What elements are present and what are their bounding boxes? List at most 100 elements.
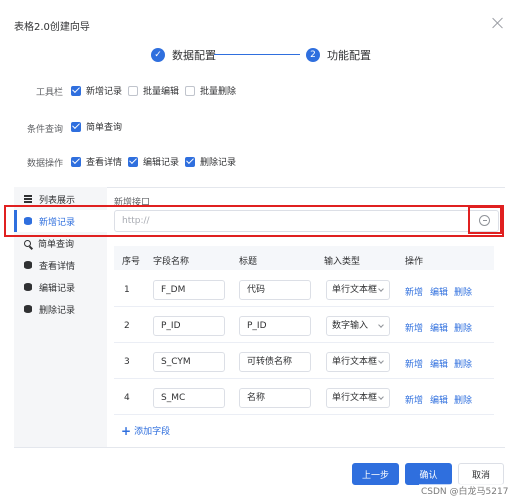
checkbox-add-record[interactable]: 新增记录 <box>71 84 122 97</box>
select-value: 单行文本框 <box>332 285 378 295</box>
sidebar-item-label: 编辑记录 <box>39 283 76 294</box>
sidebar-item-label: 列表展示 <box>39 195 76 206</box>
checkbox-box <box>128 156 138 167</box>
title-input[interactable]: 可转债名称 <box>239 352 311 372</box>
database-icon <box>24 283 32 291</box>
select-value: 单行文本框 <box>332 393 378 403</box>
column-header: 标题 <box>239 257 258 267</box>
api-label: 新增接口 <box>114 198 151 208</box>
checkbox-label: 批量删除 <box>200 87 237 97</box>
row-add-link[interactable]: 新增 <box>405 357 423 370</box>
field-name-input[interactable]: S_MC <box>153 388 225 408</box>
cancel-button[interactable]: 取消 <box>458 463 504 485</box>
step-number: 2 <box>306 48 320 62</box>
chevron-down-icon <box>378 358 384 364</box>
list-icon <box>24 195 32 203</box>
step-function-config: 2 功能配置 <box>306 47 371 63</box>
row-divider <box>114 414 494 415</box>
row-divider <box>114 306 494 307</box>
step-label: 功能配置 <box>327 49 371 62</box>
row-add-link[interactable]: 新增 <box>405 393 423 406</box>
checkbox-label: 简单查询 <box>86 123 123 133</box>
watermark-text: CSDN @白龙马5217 <box>419 484 511 497</box>
column-header: 字段名称 <box>153 257 190 267</box>
row-delete-link[interactable]: 删除 <box>454 393 472 406</box>
title-input[interactable]: 代码 <box>239 280 311 300</box>
sidebar-item-simple-query[interactable]: 简单查询 <box>14 232 107 254</box>
sidebar-item-delete-record[interactable]: 删除记录 <box>14 298 107 320</box>
dialog-title: 表格2.0创建向导 <box>14 22 90 33</box>
checkbox-box <box>128 85 138 96</box>
checkbox-view-detail[interactable]: 查看详情 <box>71 155 122 168</box>
sidebar-item-edit-record[interactable]: 编辑记录 <box>14 276 107 298</box>
row-index: 1 <box>124 285 130 295</box>
row-index: 3 <box>124 357 130 367</box>
checkbox-delete-record[interactable]: 删除记录 <box>185 155 236 168</box>
title-input[interactable]: 名称 <box>239 388 311 408</box>
sidebar-item-add-record[interactable]: 新增记录 <box>14 210 107 232</box>
field-name-input[interactable]: P_ID <box>153 316 225 336</box>
column-header: 序号 <box>122 257 141 267</box>
field-name-input[interactable]: F_DM <box>153 280 225 300</box>
row-delete-link[interactable]: 删除 <box>454 357 472 370</box>
api-url-input[interactable]: http:// <box>114 210 499 232</box>
query-label: 条件查询 <box>27 125 64 135</box>
search-icon <box>24 239 31 247</box>
database-icon <box>24 305 32 313</box>
input-type-select[interactable]: 单行文本框 <box>326 280 390 300</box>
wizard-dialog: 表格2.0创建向导 ✓ 数据配置 2 功能配置 工具栏 新增记录 批量编辑 批量… <box>0 0 519 500</box>
add-field-label: 添加字段 <box>134 427 171 437</box>
step-label: 数据配置 <box>172 49 216 62</box>
sidebar-item-label: 查看详情 <box>39 261 76 272</box>
row-edit-link[interactable]: 编辑 <box>430 393 448 406</box>
sidebar-item-label: 简单查询 <box>38 239 75 250</box>
chevron-down-icon <box>378 394 384 400</box>
title-input[interactable]: P_ID <box>239 316 311 336</box>
add-field-button[interactable]: + 添加字段 <box>121 424 171 438</box>
row-delete-link[interactable]: 删除 <box>454 285 472 298</box>
select-value: 数字输入 <box>332 321 369 331</box>
checkbox-label: 查看详情 <box>86 158 123 168</box>
row-add-link[interactable]: 新增 <box>405 285 423 298</box>
row-add-link[interactable]: 新增 <box>405 321 423 334</box>
checkbox-simple-query[interactable]: 简单查询 <box>71 120 122 133</box>
column-header: 操作 <box>405 257 424 267</box>
row-edit-link[interactable]: 编辑 <box>430 285 448 298</box>
checkbox-box <box>71 156 81 167</box>
step-data-config: ✓ 数据配置 <box>151 47 216 63</box>
input-type-select[interactable]: 单行文本框 <box>326 352 390 372</box>
checkbox-edit-record[interactable]: 编辑记录 <box>128 155 179 168</box>
sidebar-item-label: 新增记录 <box>39 217 76 228</box>
remove-circle-icon[interactable] <box>479 215 490 226</box>
row-index: 2 <box>124 321 130 331</box>
sidebar-item-label: 删除记录 <box>39 305 76 316</box>
select-value: 单行文本框 <box>332 357 378 367</box>
prev-step-button[interactable]: 上一步 <box>352 463 399 485</box>
step-connector <box>214 54 300 55</box>
row-delete-link[interactable]: 删除 <box>454 321 472 334</box>
row-edit-link[interactable]: 编辑 <box>430 321 448 334</box>
checkbox-label: 编辑记录 <box>143 158 180 168</box>
checkbox-batch-delete[interactable]: 批量删除 <box>185 84 236 97</box>
confirm-button[interactable]: 确认 <box>405 463 452 485</box>
field-name-input[interactable]: S_CYM <box>153 352 225 372</box>
chevron-down-icon <box>378 322 384 328</box>
footer-divider <box>14 447 505 448</box>
chevron-down-icon <box>378 286 384 292</box>
checkbox-batch-edit[interactable]: 批量编辑 <box>128 84 179 97</box>
checkbox-box <box>71 121 81 132</box>
checkbox-box <box>71 85 81 96</box>
row-edit-link[interactable]: 编辑 <box>430 357 448 370</box>
row-divider <box>114 342 494 343</box>
checkbox-box <box>185 85 195 96</box>
row-index: 4 <box>124 393 130 403</box>
sidebar-item-list-display[interactable]: 列表展示 <box>14 188 107 210</box>
sidebar-item-view-detail[interactable]: 查看详情 <box>14 254 107 276</box>
checkbox-box <box>185 156 195 167</box>
checkbox-label: 新增记录 <box>86 87 123 97</box>
input-type-select[interactable]: 单行文本框 <box>326 388 390 408</box>
column-header: 输入类型 <box>324 257 361 267</box>
input-type-select[interactable]: 数字输入 <box>326 316 390 336</box>
checkbox-label: 删除记录 <box>200 158 237 168</box>
close-icon[interactable] <box>492 17 504 29</box>
